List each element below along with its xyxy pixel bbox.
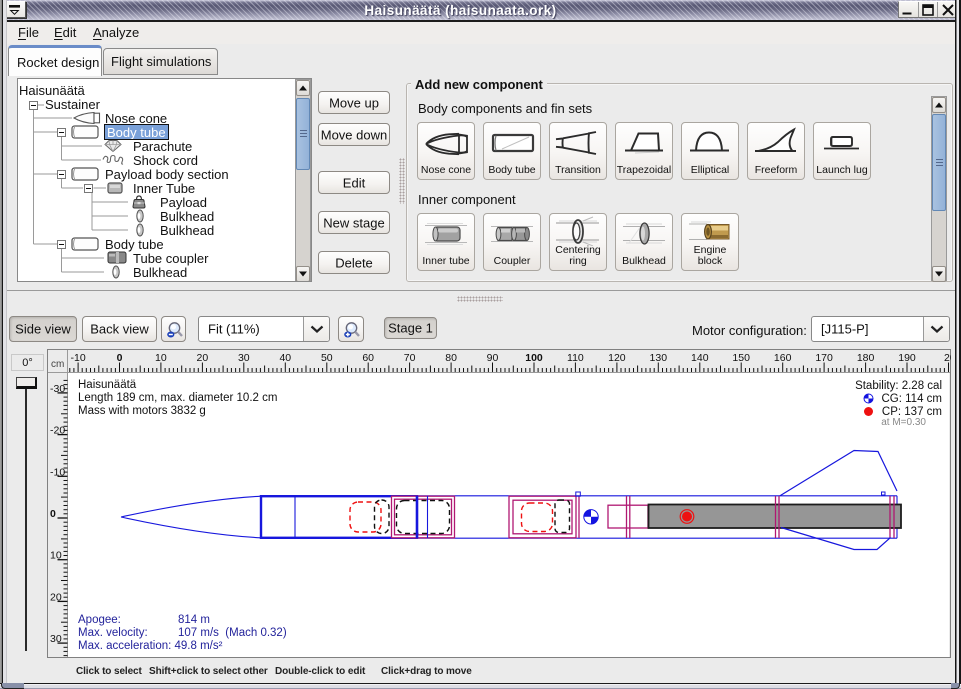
svg-text:Haisunäätä: Haisunäätä: [78, 379, 137, 391]
svg-text:0: 0: [50, 508, 56, 520]
svg-text:60: 60: [362, 352, 374, 364]
svg-text:Max. velocity:: Max. velocity:: [78, 627, 148, 639]
svg-text:-10: -10: [50, 466, 65, 478]
svg-text:110: 110: [567, 352, 584, 364]
svg-text:200: 200: [944, 352, 951, 364]
svg-text:30: 30: [238, 352, 250, 364]
svg-text:107 m/s (Mach 0.32): 107 m/s (Mach 0.32): [178, 627, 287, 639]
svg-text:0: 0: [117, 352, 123, 364]
svg-text:-10: -10: [71, 352, 86, 364]
svg-text:100: 100: [525, 352, 543, 364]
svg-text:140: 140: [691, 352, 709, 364]
svg-text:Stability: 2.28 cal: Stability: 2.28 cal: [855, 380, 942, 392]
svg-text:160: 160: [774, 352, 792, 364]
svg-text:Mass with motors 3832 g: Mass with motors 3832 g: [78, 405, 206, 417]
svg-text:70: 70: [404, 352, 416, 364]
svg-text:40: 40: [279, 352, 291, 364]
svg-text:at M=0.30: at M=0.30: [881, 417, 926, 428]
svg-text:120: 120: [608, 352, 626, 364]
svg-text:10: 10: [155, 352, 167, 364]
svg-text:130: 130: [650, 352, 668, 364]
svg-text:150: 150: [732, 352, 750, 364]
svg-text:80: 80: [445, 352, 457, 364]
svg-text:Max. acceleration: 49.8 m/s²: Max. acceleration: 49.8 m/s²: [78, 640, 223, 652]
svg-text:50: 50: [321, 352, 333, 364]
svg-text:10: 10: [50, 550, 62, 562]
svg-text:Length 189 cm, max. diameter 1: Length 189 cm, max. diameter 10.2 cm: [78, 392, 277, 404]
svg-text:-30: -30: [50, 383, 65, 395]
svg-text:20: 20: [197, 352, 209, 364]
svg-text:cm: cm: [51, 359, 64, 370]
svg-text:CG: 114 cm: CG: 114 cm: [882, 393, 943, 405]
svg-text:170: 170: [815, 352, 833, 364]
svg-text:20: 20: [50, 591, 62, 603]
svg-text:30: 30: [50, 633, 62, 645]
svg-text:180: 180: [857, 352, 875, 364]
svg-text:Apogee:: Apogee:: [78, 614, 121, 626]
svg-text:190: 190: [898, 352, 916, 364]
svg-text:-20: -20: [50, 425, 65, 437]
svg-text:90: 90: [487, 352, 499, 364]
svg-text:814 m: 814 m: [178, 614, 210, 626]
